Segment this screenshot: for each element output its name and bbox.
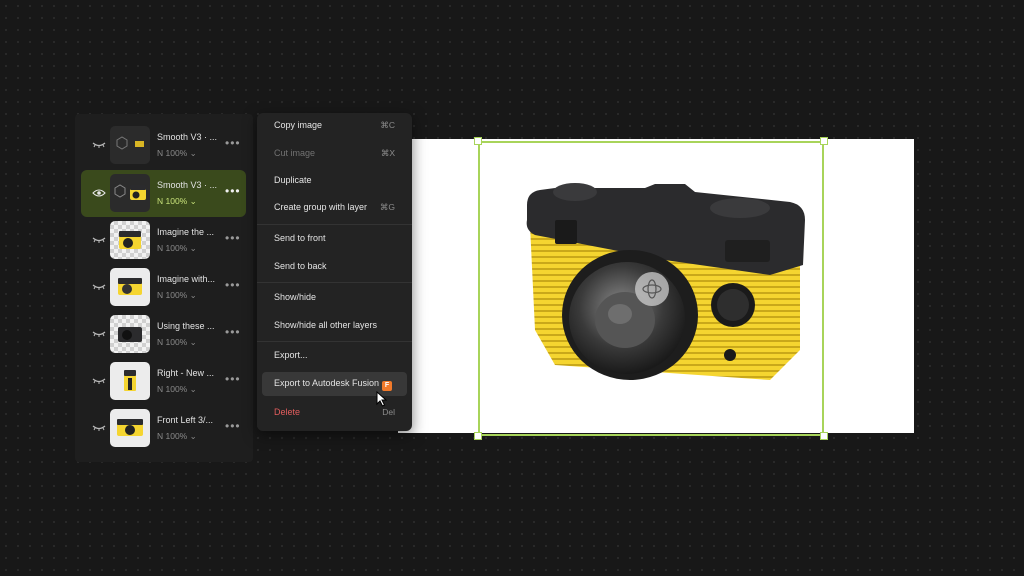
menu-item-duplicate[interactable]: Duplicate: [262, 169, 407, 193]
menu-divider: [257, 282, 412, 283]
layer-thumbnail: [110, 409, 150, 447]
more-icon[interactable]: •••: [225, 231, 241, 245]
resize-handle-bottom-right[interactable]: [820, 432, 828, 440]
menu-divider: [257, 224, 412, 225]
layer-name: Smooth V3 · ...: [157, 132, 218, 142]
menu-item-copy-image[interactable]: Copy image ⌘C: [262, 114, 407, 138]
layer-thumbnail: [110, 315, 150, 353]
layer-opacity[interactable]: N 100% ⌄: [157, 337, 197, 348]
layer-row-selected[interactable]: Smooth V3 · ... N 100% ⌄ •••: [81, 170, 246, 217]
layer-name: Imagine the ...: [157, 227, 215, 237]
pointer-cursor-icon: [376, 391, 388, 407]
menu-item-send-to-back[interactable]: Send to back: [262, 255, 407, 279]
more-icon[interactable]: •••: [225, 372, 241, 386]
context-menu: Copy image ⌘C Cut image ⌘X Duplicate Cre…: [257, 113, 412, 431]
layer-name: Imagine with...: [157, 274, 216, 284]
menu-item-cut-image[interactable]: Cut image ⌘X: [262, 142, 407, 166]
more-icon[interactable]: •••: [225, 278, 241, 292]
layers-panel: Smooth V3 · ... N 100% ⌄ ••• Smooth V3 ·…: [75, 114, 253, 462]
resize-handle-top-right[interactable]: [820, 137, 828, 145]
menu-item-show-hide[interactable]: Show/hide: [262, 286, 407, 310]
layer-thumbnail: [110, 268, 150, 306]
layer-thumbnail: [110, 174, 150, 212]
more-icon[interactable]: •••: [225, 325, 241, 339]
layer-thumbnail: [110, 126, 150, 164]
layer-row[interactable]: Imagine with... N 100% ⌄ •••: [81, 264, 246, 311]
layer-row[interactable]: Using these ... N 100% ⌄ •••: [81, 311, 246, 358]
layer-row[interactable]: Front Left 3/... N 100% ⌄ •••: [81, 405, 246, 452]
eye-closed-icon[interactable]: [92, 329, 106, 339]
layer-opacity[interactable]: N 100% ⌄: [157, 148, 197, 159]
layer-name: Right - New ...: [157, 368, 215, 378]
resize-handle-bottom-left[interactable]: [474, 432, 482, 440]
layer-opacity[interactable]: N 100% ⌄: [157, 431, 197, 442]
selection-box[interactable]: [478, 141, 824, 436]
layer-row[interactable]: Imagine the ... N 100% ⌄ •••: [81, 217, 246, 264]
menu-item-export[interactable]: Export...: [262, 344, 407, 368]
layer-name: Front Left 3/...: [157, 415, 214, 425]
layer-thumbnail: [110, 221, 150, 259]
layer-name: Smooth V3 · ...: [157, 180, 218, 190]
menu-item-show-hide-others[interactable]: Show/hide all other layers: [262, 314, 407, 338]
menu-item-send-to-front[interactable]: Send to front: [262, 227, 407, 251]
eye-closed-icon[interactable]: [92, 235, 106, 245]
eye-closed-icon[interactable]: [92, 376, 106, 386]
eye-closed-icon[interactable]: [92, 282, 106, 292]
more-icon[interactable]: •••: [225, 136, 241, 150]
layer-row[interactable]: Smooth V3 · ... N 100% ⌄ •••: [81, 122, 246, 169]
layer-opacity[interactable]: N 100% ⌄: [157, 243, 197, 254]
autodesk-fusion-icon: F: [382, 381, 393, 391]
layer-thumbnail: [110, 362, 150, 400]
layer-name: Using these ...: [157, 321, 215, 331]
layer-opacity[interactable]: N 100% ⌄: [157, 290, 197, 301]
layer-opacity[interactable]: N 100% ⌄: [157, 196, 197, 207]
resize-handle-top-left[interactable]: [474, 137, 482, 145]
layer-opacity[interactable]: N 100% ⌄: [157, 384, 197, 395]
more-icon[interactable]: •••: [225, 184, 241, 198]
more-icon[interactable]: •••: [225, 419, 241, 433]
menu-divider: [257, 341, 412, 342]
menu-item-create-group[interactable]: Create group with layer ⌘G: [262, 196, 407, 220]
eye-closed-icon[interactable]: [92, 140, 106, 150]
eye-closed-icon[interactable]: [92, 423, 106, 433]
eye-icon[interactable]: [92, 188, 106, 198]
layer-row[interactable]: Right - New ... N 100% ⌄ •••: [81, 358, 246, 405]
